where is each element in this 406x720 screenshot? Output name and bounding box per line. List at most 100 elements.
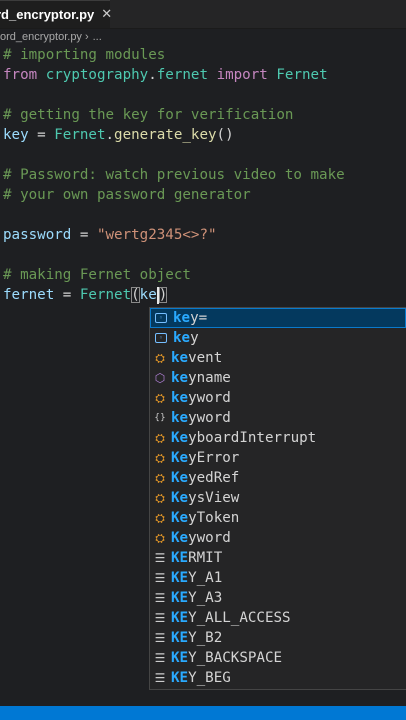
code-line[interactable]: # Password: watch previous video to make xyxy=(0,165,406,185)
code-token: Fernet xyxy=(79,287,132,303)
variable-icon: ◦ xyxy=(155,333,167,343)
code-line[interactable] xyxy=(0,245,406,265)
suggestion-label: KeyedRef xyxy=(171,470,240,486)
suggestion-item[interactable]: ⛭ KeysView xyxy=(150,488,406,508)
class-icon: ⛭ xyxy=(155,511,165,525)
suggestion-label: KeyboardInterrupt xyxy=(171,430,317,446)
suggestion-label: key xyxy=(173,330,199,346)
suggestion-item[interactable]: ☰ KERMIT xyxy=(150,548,406,568)
suggestion-item[interactable]: ☰ KEY_BEG xyxy=(150,668,406,688)
code-token: = xyxy=(54,287,80,303)
tab-label: rd_encryptor.py xyxy=(0,7,95,22)
text-icon: ☰ xyxy=(154,611,166,625)
autocomplete-suggestions[interactable]: ◦ key= ◦ key ⛭ kevent ⬡ keyname ⛭ keyword {} keywor… xyxy=(149,307,406,690)
code-token: = xyxy=(28,127,55,143)
text-icon: ☰ xyxy=(154,651,166,665)
chevron-right-icon: › xyxy=(84,31,89,43)
suggestion-item[interactable]: ◦ key xyxy=(150,328,406,348)
code-line[interactable]: # importing modules xyxy=(0,45,406,65)
code-token: import xyxy=(216,67,268,83)
suggestion-label: KeyError xyxy=(171,450,240,466)
suggestion-item[interactable]: ⬡ keyname xyxy=(150,368,406,388)
suggestion-item[interactable]: ⛭ KeyToken xyxy=(150,508,406,528)
code-line[interactable] xyxy=(0,145,406,165)
code-token: () xyxy=(216,127,234,143)
suggestion-item[interactable]: ☰ KEY_ALL_ACCESS xyxy=(150,608,406,628)
code-token: Fernet xyxy=(54,127,106,143)
class-icon: ⛭ xyxy=(155,491,165,505)
text-icon: ☰ xyxy=(154,551,166,565)
suggestion-item[interactable]: ⛭ KeyError xyxy=(150,448,406,468)
code-token: # Password: watch previous video to make xyxy=(3,167,345,183)
code-token: = xyxy=(71,227,97,243)
suggestion-label: KEY_BACKSPACE xyxy=(171,650,283,666)
suggestion-item[interactable]: ⛭ Keyword xyxy=(150,528,406,548)
code-line[interactable]: # making Fernet object xyxy=(0,265,406,285)
braces-icon: {} xyxy=(154,412,166,423)
suggestion-label: keyword xyxy=(171,410,231,426)
suggestion-label: KeyToken xyxy=(171,510,240,526)
code-token: "wertg2345<>?" xyxy=(96,227,217,243)
suggestion-item[interactable]: ☰ KEY_B2 xyxy=(150,628,406,648)
code-token: # importing modules xyxy=(3,47,166,63)
code-line[interactable]: password = "wertg2345<>?" xyxy=(0,225,406,245)
suggestion-label: KEY_A1 xyxy=(171,570,223,586)
suggestion-item[interactable]: ⛭ kevent xyxy=(150,348,406,368)
code-editor[interactable]: # importing modules from cryptography.fer… xyxy=(0,45,406,305)
suggestion-label: KEY_ALL_ACCESS xyxy=(171,610,291,626)
code-token: ke xyxy=(139,287,157,303)
code-token: # your own password generator xyxy=(3,187,251,203)
class-icon: ⛭ xyxy=(155,471,165,485)
suggestion-label: keyword xyxy=(171,390,231,406)
class-icon: ⛭ xyxy=(155,391,165,405)
code-line[interactable] xyxy=(0,85,406,105)
code-token: fernet xyxy=(156,67,209,83)
suggestion-item[interactable]: {} keyword xyxy=(150,408,406,428)
suggestion-label: KEY_A3 xyxy=(171,590,223,606)
code-token: key xyxy=(3,127,29,143)
tab-bar: rd_encryptor.py ✕ xyxy=(0,0,406,29)
code-line[interactable]: fernet = Fernet(ke) xyxy=(0,285,406,305)
suggestion-label: KEY_BEG xyxy=(171,670,231,686)
class-icon: ⛭ xyxy=(155,451,165,465)
suggestion-label: key= xyxy=(173,310,208,326)
code-token: from xyxy=(3,67,38,83)
close-icon[interactable]: ✕ xyxy=(101,7,112,22)
code-line[interactable]: key = Fernet.generate_key() xyxy=(0,125,406,145)
suggestion-label: KEY_B2 xyxy=(171,630,223,646)
code-token: Fernet xyxy=(276,67,328,83)
suggestion-item[interactable]: ☰ KEY_A3 xyxy=(150,588,406,608)
code-token: cryptography xyxy=(45,67,149,83)
suggestion-label: kevent xyxy=(171,350,223,366)
code-line[interactable]: # getting the key for verification xyxy=(0,105,406,125)
module-icon: ⬡ xyxy=(154,371,166,385)
suggestion-item[interactable]: ◦ key= xyxy=(150,308,406,328)
suggestion-item[interactable]: ⛭ KeyboardInterrupt xyxy=(150,428,406,448)
tab-password-encryptor[interactable]: rd_encryptor.py ✕ xyxy=(0,0,112,28)
code-token: # making Fernet object xyxy=(3,267,191,283)
breadcrumb-file[interactable]: ord_encryptor.py xyxy=(0,31,82,43)
class-icon: ⛭ xyxy=(155,531,165,545)
code-line[interactable]: from cryptography.fernet import Fernet xyxy=(0,65,406,85)
suggestion-item[interactable]: ⛭ keyword xyxy=(150,388,406,408)
code-token: ) xyxy=(158,287,168,303)
class-icon: ⛭ xyxy=(155,351,165,365)
status-bar xyxy=(0,706,406,720)
code-token: fernet xyxy=(3,287,55,303)
text-icon: ☰ xyxy=(154,631,166,645)
code-token: password xyxy=(3,227,72,243)
code-line[interactable] xyxy=(0,205,406,225)
breadcrumb-more[interactable]: ... xyxy=(93,31,102,43)
suggestion-item[interactable]: ⛭ KeyedRef xyxy=(150,468,406,488)
suggestion-label: KERMIT xyxy=(171,550,223,566)
suggestion-item[interactable]: ☰ KEY_A1 xyxy=(150,568,406,588)
text-icon: ☰ xyxy=(154,591,166,605)
suggestion-label: KeysView xyxy=(171,490,240,506)
code-token: . xyxy=(148,67,157,83)
code-line[interactable]: # your own password generator xyxy=(0,185,406,205)
suggestion-label: keyname xyxy=(171,370,231,386)
suggestion-item[interactable]: ☰ KEY_BACKSPACE xyxy=(150,648,406,668)
code-token: . xyxy=(105,127,115,143)
